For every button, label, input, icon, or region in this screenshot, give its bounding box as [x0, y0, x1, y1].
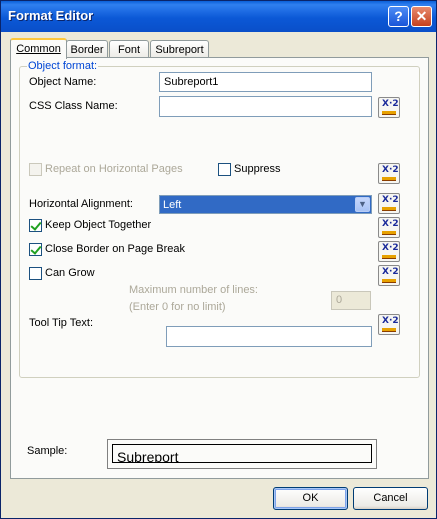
sample-label: Sample:	[27, 445, 68, 457]
sample-preview: Subreport	[107, 439, 377, 469]
formula-x2-icon: X·2	[382, 267, 399, 277]
ok-button[interactable]: OK	[273, 487, 348, 510]
format-editor-window: Format Editor ? ✕ Common Border Font Sub…	[0, 0, 437, 519]
tooltip-input[interactable]	[166, 326, 372, 347]
formula-x2-icon: X·2	[382, 316, 399, 326]
horizontal-alignment-value: Left	[163, 199, 182, 211]
can-grow-formula-button[interactable]: X·2	[378, 265, 400, 286]
tab-font[interactable]: Font	[109, 40, 149, 58]
suppress-label: Suppress	[234, 163, 281, 175]
horizontal-alignment-label: Horizontal Alignment:	[29, 198, 133, 210]
object-name-label: Object Name:	[29, 76, 97, 88]
max-lines-hint: (Enter 0 for no limit)	[129, 301, 226, 313]
can-grow-label: Can Grow	[45, 267, 95, 279]
tooltip-label: Tool Tip Text:	[29, 317, 93, 329]
css-class-formula-button[interactable]: X·2	[378, 97, 400, 118]
group-title: Object format:	[27, 60, 99, 72]
repeat-horizontal-checkbox[interactable]	[29, 163, 42, 176]
tab-subreport[interactable]: Subreport	[150, 40, 209, 58]
suppress-checkbox[interactable]	[218, 163, 231, 176]
chevron-down-icon[interactable]: ▼	[355, 197, 370, 212]
css-class-input[interactable]	[159, 96, 372, 117]
close-border-label: Close Border on Page Break	[45, 243, 186, 255]
close-border-checkbox[interactable]	[29, 243, 42, 256]
suppress-formula-button[interactable]: X·2	[378, 163, 400, 184]
formula-x2-icon: X·2	[382, 243, 399, 253]
max-lines-label: Maximum number of lines:	[129, 284, 258, 296]
help-button[interactable]: ?	[388, 6, 409, 27]
horizontal-alignment-select[interactable]: Left ▼	[159, 195, 372, 214]
formula-x2-icon: X·2	[382, 99, 399, 109]
tooltip-formula-button[interactable]: X·2	[378, 314, 400, 335]
css-class-label: CSS Class Name:	[29, 100, 118, 112]
max-lines-input[interactable]: 0	[331, 291, 371, 310]
close-border-formula-button[interactable]: X·2	[378, 241, 400, 262]
object-name-input[interactable]: Subreport1	[159, 72, 372, 92]
formula-x2-icon: X·2	[382, 219, 399, 229]
keep-together-checkbox[interactable]	[29, 219, 42, 232]
sample-text: Subreport	[117, 449, 179, 463]
repeat-horizontal-label: Repeat on Horizontal Pages	[45, 163, 183, 175]
can-grow-checkbox[interactable]	[29, 267, 42, 280]
alignment-formula-button[interactable]: X·2	[378, 193, 400, 214]
title-bar[interactable]: Format Editor ? ✕	[1, 1, 436, 32]
keep-together-label: Keep Object Together	[45, 219, 152, 231]
tab-border[interactable]: Border	[66, 40, 108, 58]
formula-x2-icon: X·2	[382, 195, 399, 205]
window-title: Format Editor	[8, 8, 94, 23]
cancel-button[interactable]: Cancel	[353, 487, 428, 510]
formula-x2-icon: X·2	[382, 165, 399, 175]
keep-together-formula-button[interactable]: X·2	[378, 217, 400, 238]
close-button[interactable]: ✕	[411, 6, 432, 27]
tab-common[interactable]: Common	[10, 38, 67, 59]
